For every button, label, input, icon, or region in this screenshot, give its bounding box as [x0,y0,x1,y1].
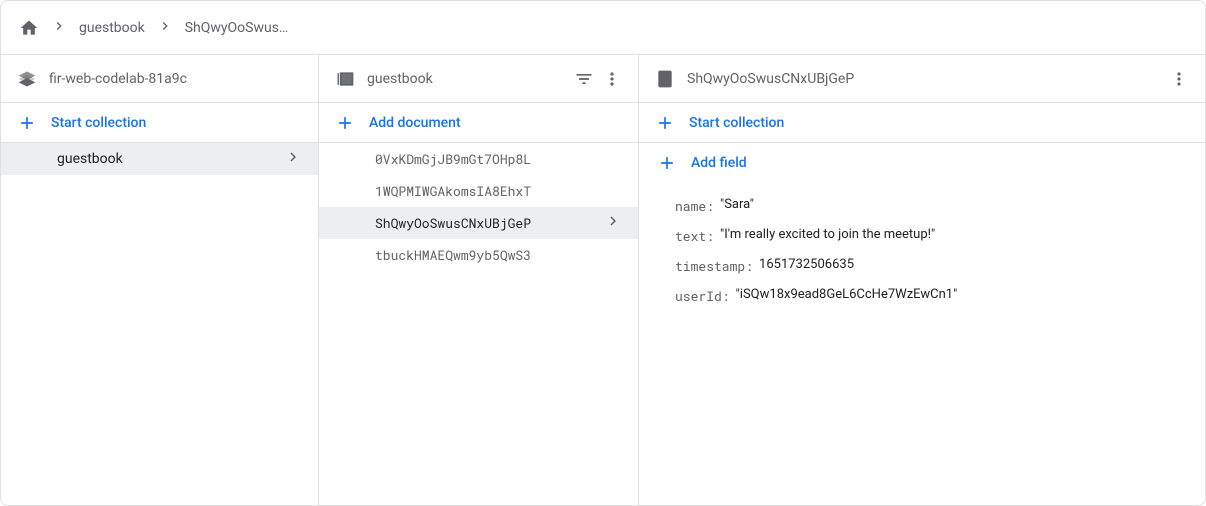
document-id: 1WQPMIWGAkomsIA8EhxT [375,182,531,200]
document-item[interactable]: 0VxKDmGjJB9mGt7OHp8L [319,143,638,175]
document-id: ShQwyOoSwusCNxUBjGeP [375,214,531,232]
database-icon [17,69,37,89]
document-id: tbuckHMAEQwm9yb5QwS3 [375,246,531,264]
root-panel-title: fir-web-codelab-81a9c [49,71,302,87]
document-panel-title: ShQwyOoSwusCNxUBjGeP [687,71,1157,87]
document-icon [655,69,675,89]
panels: fir-web-codelab-81a9c Start collection g… [1,55,1205,505]
collection-panel: guestbook Add document 0VxKD [319,55,639,505]
field-value: iSQw18x9ead8GeL6CcHe7WzEwCn1 [736,287,958,302]
collections-list: guestbook [1,143,318,505]
add-field-label: Add field [691,155,747,171]
field-value: Sara [720,197,754,212]
chevron-right-icon [51,18,67,38]
document-id: 0VxKDmGjJB9mGt7OHp8L [375,150,531,168]
start-collection-label: Start collection [51,115,146,131]
breadcrumb-document[interactable]: ShQwyOoSwus… [185,20,289,36]
add-document-label: Add document [369,115,461,131]
field-key: userId: [675,287,730,305]
field-row[interactable]: text: I'm really excited to join the mee… [639,221,1205,251]
document-item[interactable]: ShQwyOoSwusCNxUBjGeP [319,207,638,239]
collection-item[interactable]: guestbook [1,143,318,175]
filter-icon[interactable] [574,69,594,89]
field-row[interactable]: userId: iSQw18x9ead8GeL6CcHe7WzEwCn1 [639,281,1205,311]
chevron-right-icon [604,212,622,234]
plus-icon [655,113,675,133]
add-field-button[interactable]: Add field [639,143,1205,183]
chevron-right-icon [157,18,173,38]
field-row[interactable]: name: Sara [639,191,1205,221]
more-vert-icon[interactable] [1169,69,1189,89]
document-panel: ShQwyOoSwusCNxUBjGeP Start collection Ad… [639,55,1205,505]
collection-icon [335,69,355,89]
field-key: text: [675,227,714,245]
documents-list: 0VxKDmGjJB9mGt7OHp8L 1WQPMIWGAkomsIA8Ehx… [319,143,638,505]
breadcrumb: guestbook ShQwyOoSwus… [1,1,1205,55]
collection-panel-header: guestbook [319,55,638,103]
plus-icon [335,113,355,133]
start-collection-label: Start collection [689,115,784,131]
document-item[interactable]: tbuckHMAEQwm9yb5QwS3 [319,239,638,271]
document-header-actions [1169,69,1189,89]
chevron-right-icon [284,148,302,170]
field-key: name: [675,197,714,215]
plus-icon [657,153,677,173]
add-document-button[interactable]: Add document [319,103,638,143]
root-panel-header: fir-web-codelab-81a9c [1,55,318,103]
breadcrumb-collection[interactable]: guestbook [79,20,145,36]
document-fields: name: Sara text: I'm really excited to j… [639,183,1205,319]
plus-icon [17,113,37,133]
collection-panel-title: guestbook [367,71,562,87]
document-panel-header: ShQwyOoSwusCNxUBjGeP [639,55,1205,103]
field-key: timestamp: [675,257,753,275]
root-panel: fir-web-codelab-81a9c Start collection g… [1,55,319,505]
collection-item-name: guestbook [57,151,123,167]
field-value: I'm really excited to join the meetup! [720,227,935,242]
collection-header-actions [574,69,622,89]
field-value: 1651732506635 [759,257,854,272]
home-icon[interactable] [19,18,39,38]
start-collection-button[interactable]: Start collection [639,103,1205,143]
document-item[interactable]: 1WQPMIWGAkomsIA8EhxT [319,175,638,207]
more-vert-icon[interactable] [602,69,622,89]
firestore-data-viewer: guestbook ShQwyOoSwus… fir-web-codelab-8… [0,0,1206,506]
field-row[interactable]: timestamp: 1651732506635 [639,251,1205,281]
start-collection-button[interactable]: Start collection [1,103,318,143]
